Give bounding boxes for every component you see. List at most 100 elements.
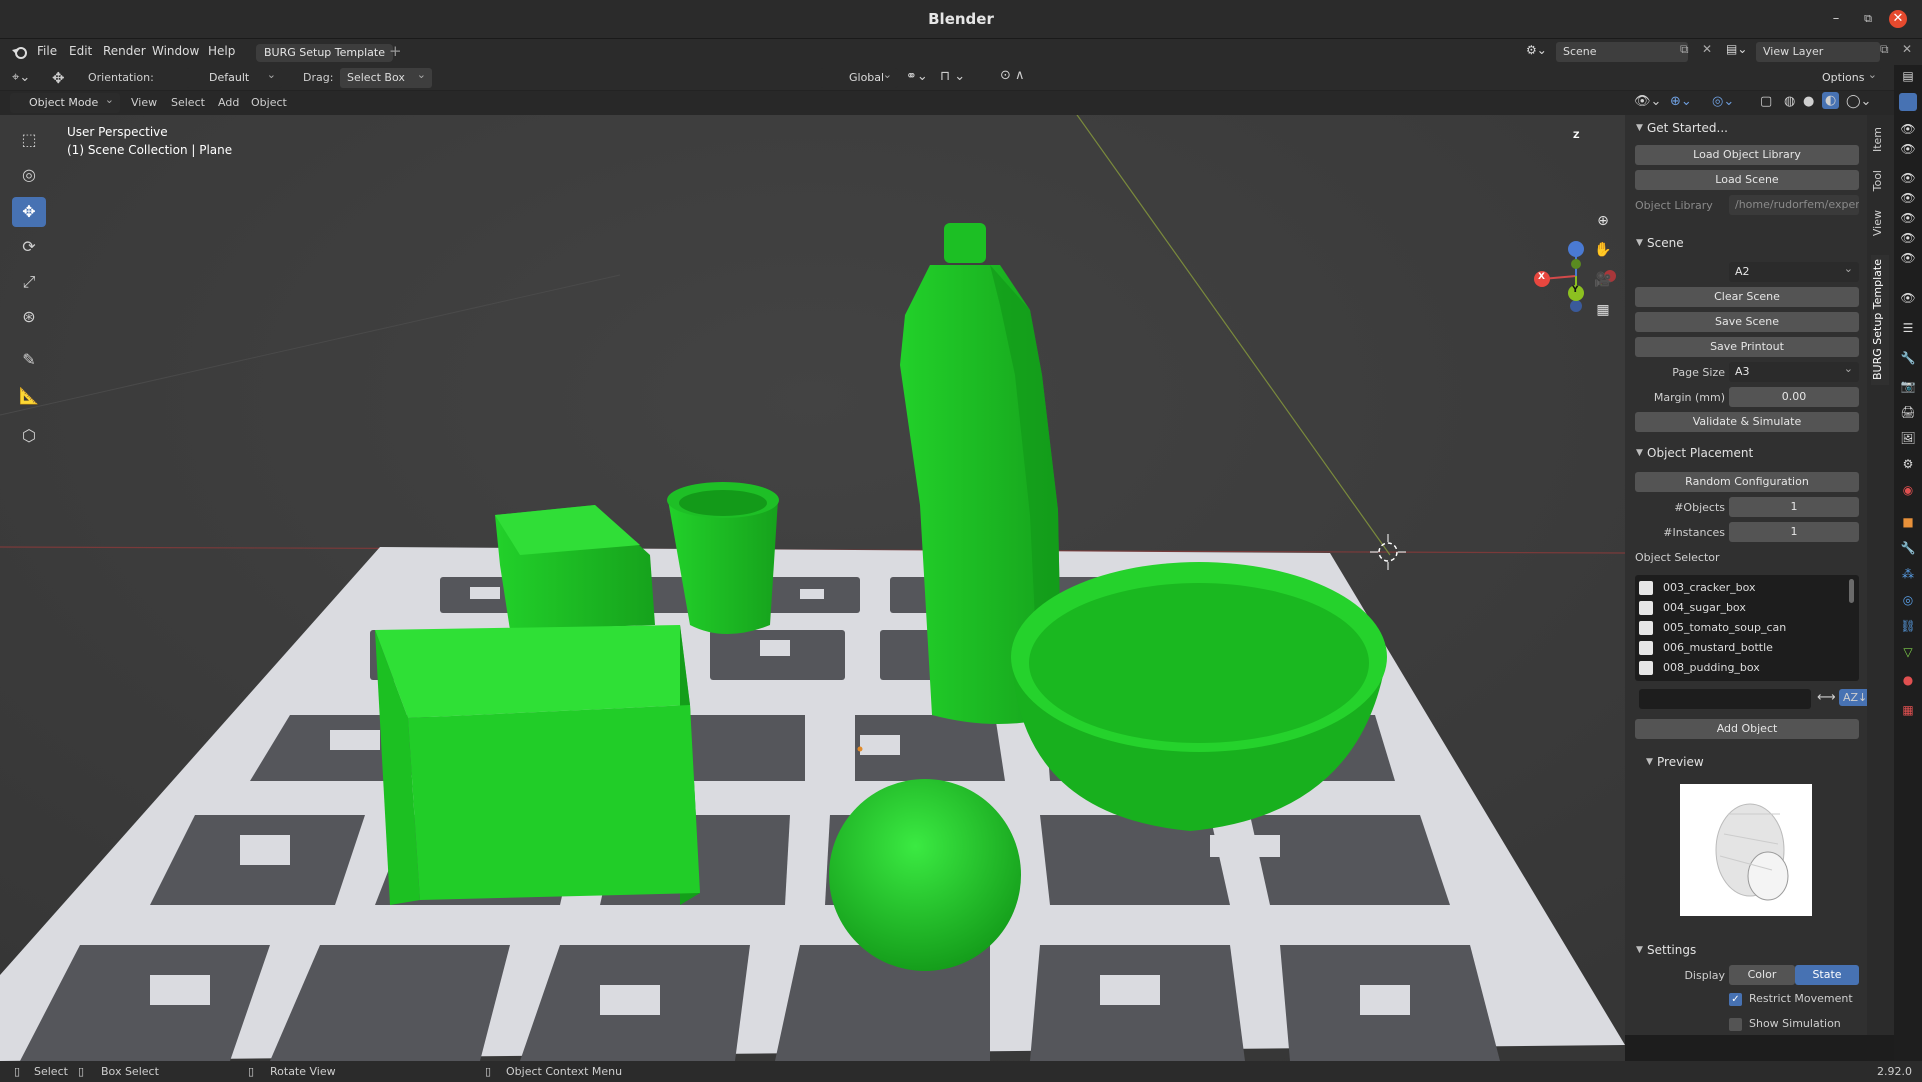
viewport-menu-select[interactable]: Select [171, 96, 205, 109]
new-scene-icon[interactable]: ⧉ [1680, 42, 1689, 57]
viewport-menu-view[interactable]: View [131, 96, 157, 109]
object-placement-section[interactable]: ▼ Object Placement [1625, 442, 1867, 468]
scene-section[interactable]: ▼ Scene [1625, 232, 1867, 258]
size-dropdown[interactable]: A2 [1729, 262, 1859, 282]
settings-section[interactable]: ▼ Settings [1625, 939, 1867, 965]
show-simulation-checkbox[interactable] [1729, 1018, 1742, 1031]
instances-count-field[interactable]: 1 [1729, 522, 1859, 542]
transform-icon[interactable]: ⊛ [12, 302, 46, 332]
view-layer-props-icon[interactable]: 🖼 [1899, 429, 1917, 447]
physics-props-icon[interactable]: ◎ [1899, 591, 1917, 609]
blender-logo-icon[interactable] [10, 44, 28, 60]
xray-icon[interactable]: ▢ [1760, 94, 1772, 109]
list-item[interactable]: 005_tomato_soup_can [1639, 619, 1786, 637]
pan-hand-icon[interactable]: ✋ [1590, 237, 1616, 263]
constraints-props-icon[interactable]: ⛓ [1899, 617, 1917, 635]
3d-viewport[interactable]: User Perspective (1) Scene Collection | … [0, 115, 1625, 1061]
snap-icon[interactable]: ⊓ ⌄ [940, 69, 965, 84]
tab-tool[interactable]: Tool [1871, 170, 1889, 191]
swap-icon[interactable]: ⟷ [1817, 690, 1836, 705]
outliner-editor-icon[interactable]: ▤ [1899, 67, 1917, 85]
preview-subsection[interactable]: ▼ Preview [1635, 751, 1877, 777]
scene-props-icon[interactable]: ⚙ [1899, 455, 1917, 473]
save-printout-button[interactable]: Save Printout [1635, 337, 1859, 357]
eye-icon[interactable]: 👁 [1899, 209, 1917, 227]
validate-simulate-button[interactable]: Validate & Simulate [1635, 412, 1859, 432]
clear-scene-button[interactable]: Clear Scene [1635, 287, 1859, 307]
data-props-icon[interactable]: ▽ [1899, 643, 1917, 661]
gizmo-toggle-icon[interactable]: ⊕⌄ [1670, 94, 1692, 109]
measure-icon[interactable]: 📐 [12, 381, 46, 411]
tab-view[interactable]: View [1871, 210, 1889, 236]
overlay-toggle-icon[interactable]: ◎⌄ [1712, 94, 1734, 109]
viewport-menu-object[interactable]: Object [251, 96, 287, 109]
grid-icon[interactable]: ▦ [1590, 297, 1616, 323]
workspace-tab[interactable]: BURG Setup Template [256, 44, 393, 62]
shading-material-icon[interactable]: ◐ [1822, 92, 1840, 109]
texture-props-icon[interactable]: ▦ [1899, 701, 1917, 719]
zoom-icon[interactable]: ⊕ [1590, 208, 1616, 234]
eye-icon[interactable]: 👁 [1899, 189, 1917, 207]
close-icon[interactable]: ✕ [1889, 10, 1907, 28]
menu-window[interactable]: Window [152, 44, 199, 58]
proportional-edit-icon[interactable]: ⊙ ∧ [1000, 68, 1025, 83]
save-scene-button[interactable]: Save Scene [1635, 312, 1859, 332]
list-item[interactable]: 004_sugar_box [1639, 599, 1746, 617]
transform-orientation-dropdown[interactable]: Global [820, 68, 898, 88]
list-scrollbar[interactable] [1849, 579, 1854, 603]
delete-view-layer-icon[interactable]: ✕ [1902, 42, 1912, 56]
restore-icon[interactable]: ⧉ [1858, 10, 1878, 28]
rotate-icon[interactable]: ⟳ [12, 232, 46, 262]
modifier-props-icon[interactable]: 🔧 [1899, 539, 1917, 557]
orientation-dropdown[interactable]: Default [186, 68, 282, 88]
add-workspace-icon[interactable]: + [389, 42, 402, 60]
scene-icon[interactable]: ⚙⌄ [1526, 43, 1547, 57]
tab-burg-setup-template[interactable]: BURG Setup Template [1871, 255, 1889, 385]
new-view-layer-icon[interactable]: ⧉ [1880, 42, 1889, 57]
mode-dropdown[interactable]: Object Mode [10, 93, 120, 113]
visibility-icon[interactable]: 👁⌄ [1634, 94, 1661, 109]
pivot-icon[interactable]: ⚭⌄ [906, 69, 928, 84]
options-dropdown[interactable]: Options [1815, 68, 1883, 88]
list-item[interactable]: 008_pudding_box [1639, 659, 1760, 677]
editor-type-icon[interactable]: ⌖⌄ [12, 70, 30, 85]
delete-scene-icon[interactable]: ✕ [1702, 42, 1712, 56]
render-props-icon[interactable]: 📷 [1899, 377, 1917, 395]
menu-edit[interactable]: Edit [69, 44, 92, 58]
object-library-path[interactable]: /home/rudorfem/exper... [1729, 195, 1859, 215]
menu-render[interactable]: Render [103, 44, 146, 58]
load-scene-button[interactable]: Load Scene [1635, 170, 1859, 190]
properties-editor-icon[interactable]: ☰ [1899, 319, 1917, 337]
cursor-icon[interactable]: ◎ [12, 160, 46, 190]
world-props-icon[interactable]: ◉ [1899, 481, 1917, 499]
scale-icon[interactable]: ⤢ [12, 267, 46, 297]
menu-file[interactable]: File [37, 44, 57, 58]
object-props-icon[interactable]: ■ [1899, 513, 1917, 531]
restrict-movement-checkbox[interactable]: ✓ [1729, 993, 1742, 1006]
eye-icon[interactable]: 👁 [1899, 140, 1917, 158]
load-object-library-button[interactable]: Load Object Library [1635, 145, 1859, 165]
shading-wireframe-icon[interactable]: ◍ [1784, 94, 1795, 109]
page-size-dropdown[interactable]: A3 [1729, 362, 1859, 382]
random-configuration-button[interactable]: Random Configuration [1635, 472, 1859, 492]
collection-row-icon[interactable] [1899, 93, 1917, 111]
display-color-toggle[interactable]: Color [1729, 965, 1795, 985]
eye-icon[interactable]: 👁 [1899, 120, 1917, 138]
annotate-icon[interactable]: ✎ [12, 345, 46, 375]
material-props-icon[interactable]: ● [1899, 671, 1917, 689]
particles-props-icon[interactable]: ⁂ [1899, 565, 1917, 583]
add-object-button[interactable]: Add Object [1635, 719, 1859, 739]
menu-help[interactable]: Help [208, 44, 235, 58]
add-cube-icon[interactable]: ⬡ [12, 421, 46, 451]
tool-props-icon[interactable]: 🔧 [1899, 349, 1917, 367]
eye-icon[interactable]: 👁 [1899, 169, 1917, 187]
object-selector-list[interactable]: 003_cracker_box 004_sugar_box 005_tomato… [1635, 575, 1859, 681]
drag-dropdown[interactable]: Select Box [340, 68, 432, 88]
camera-icon[interactable]: 🎥 [1590, 267, 1616, 293]
list-item[interactable]: 006_mustard_bottle [1639, 639, 1773, 657]
get-started-section[interactable]: ▼ Get Started... [1625, 117, 1867, 143]
view-layer-icon[interactable]: ▤⌄ [1726, 42, 1747, 56]
display-state-toggle[interactable]: State [1795, 965, 1859, 985]
margin-field[interactable]: 0.00 [1729, 387, 1859, 407]
list-item[interactable]: 003_cracker_box [1639, 579, 1756, 597]
